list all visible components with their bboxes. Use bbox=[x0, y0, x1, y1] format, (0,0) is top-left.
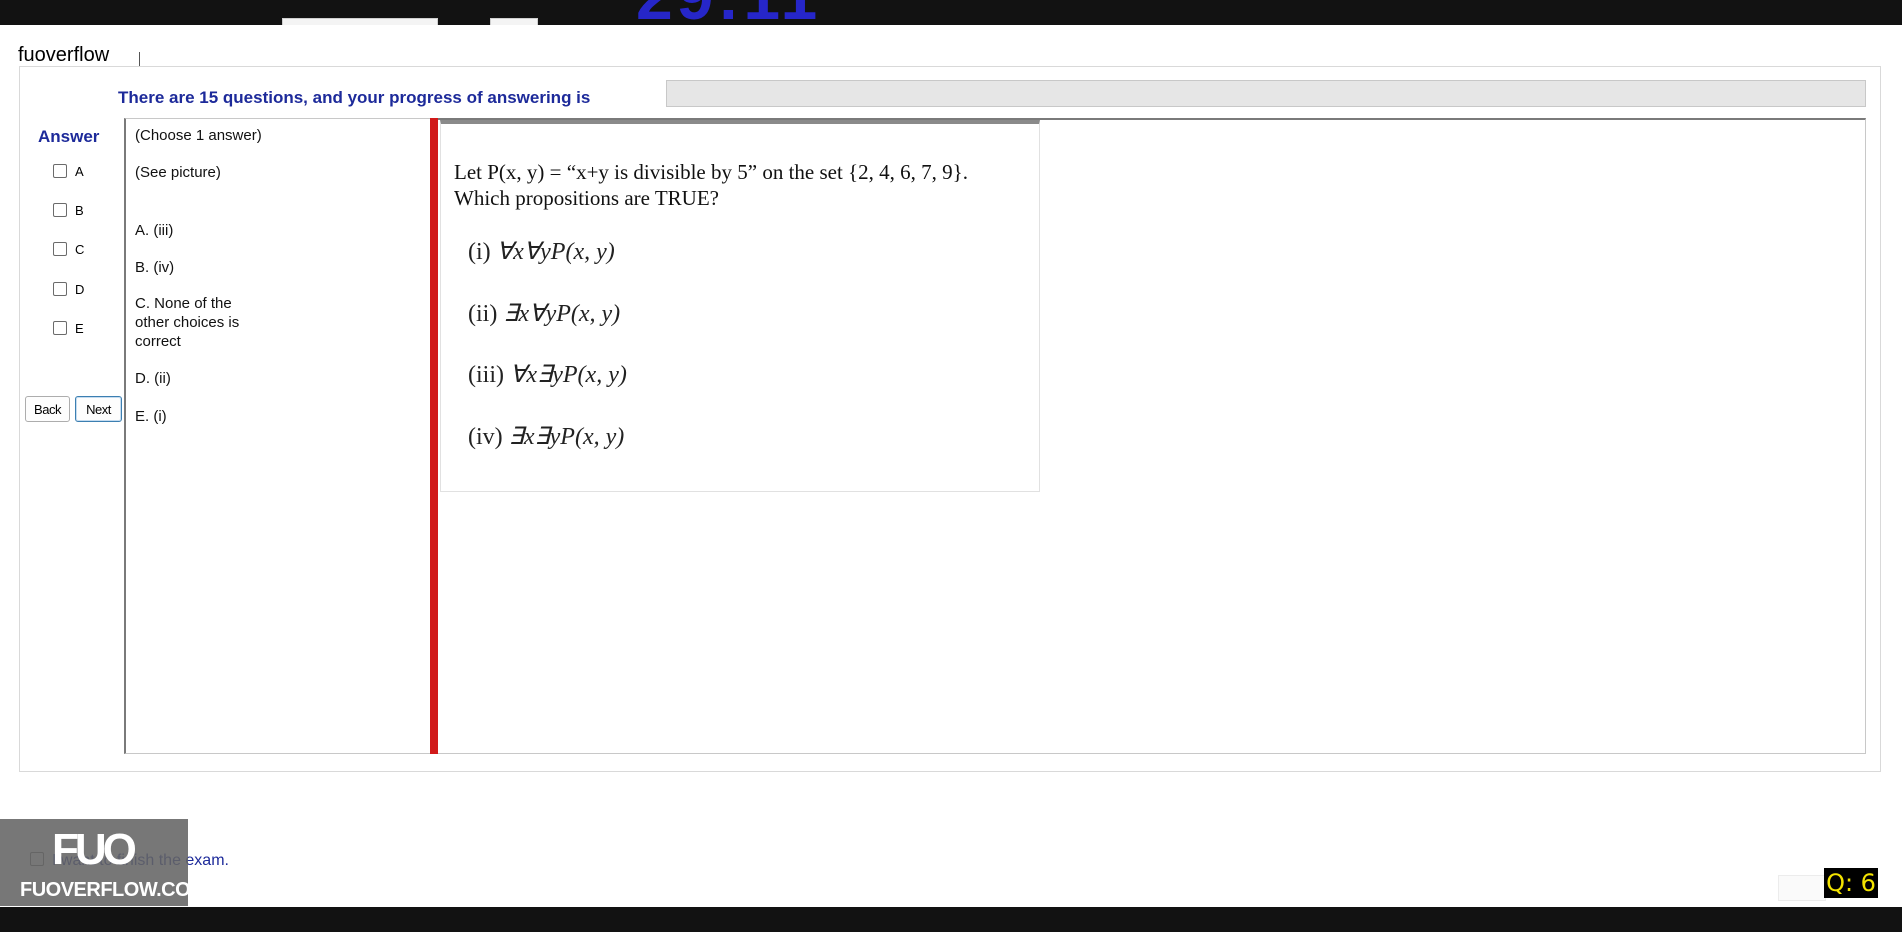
option-label: A bbox=[75, 163, 84, 179]
answer-title: Answer bbox=[38, 127, 100, 146]
proposition-label: (iii) bbox=[468, 362, 504, 388]
choice-d: D. (ii) bbox=[135, 370, 171, 387]
answer-option-c[interactable]: C bbox=[53, 240, 84, 258]
logo-text: FUOVERFLOW.COM bbox=[20, 879, 207, 901]
proposition-formula: ∃x∀yP(x, y) bbox=[503, 301, 621, 327]
proposition-formula: ∃x∃yP(x, y) bbox=[508, 424, 625, 450]
checkbox-c[interactable] bbox=[53, 242, 67, 256]
progress-bar bbox=[666, 80, 1866, 107]
progress-text: There are 15 questions, and your progres… bbox=[118, 88, 591, 107]
question-line-2: Which propositions are TRUE? bbox=[454, 186, 719, 210]
choice-c-line1: C. None of the bbox=[135, 295, 232, 312]
exam-timer: 29:11 bbox=[636, 0, 821, 25]
choice-b: B. (iv) bbox=[135, 259, 175, 276]
question-number-badge: Q: 6 bbox=[1824, 868, 1878, 898]
proposition-iv: (iv) ∃x∃yP(x, y) bbox=[468, 422, 624, 451]
proposition-iii: (iii) ∀x∃yP(x, y) bbox=[468, 360, 627, 389]
checkbox-a[interactable] bbox=[53, 164, 67, 178]
top-bar: 29:11 bbox=[0, 0, 1902, 25]
answer-option-b[interactable]: B bbox=[53, 201, 84, 219]
choice-e: E. (i) bbox=[135, 408, 167, 425]
bottom-field[interactable] bbox=[1778, 875, 1826, 901]
choice-c-line3: correct bbox=[135, 333, 181, 350]
proposition-i: (i) ∀x∀yP(x, y) bbox=[468, 237, 615, 266]
choice-c-line2: other choices is bbox=[135, 314, 240, 331]
option-label: B bbox=[75, 202, 84, 218]
option-label: C bbox=[75, 241, 85, 257]
proposition-label: (i) bbox=[468, 239, 491, 265]
choose-instruction: (Choose 1 answer) bbox=[135, 127, 262, 144]
option-label: E bbox=[75, 320, 84, 336]
back-button[interactable]: Back bbox=[25, 396, 70, 422]
top-small-field[interactable] bbox=[490, 18, 538, 25]
proposition-label: (iv) bbox=[468, 424, 503, 450]
brand-name: fuoverflow bbox=[18, 44, 110, 66]
question-image: Let P(x, y) = “x+y is divisible by 5” on… bbox=[440, 120, 1040, 492]
choice-a: A. (iii) bbox=[135, 222, 174, 239]
choices-panel: (Choose 1 answer) (See picture) A. (iii)… bbox=[124, 118, 436, 754]
answer-option-a[interactable]: A bbox=[53, 162, 84, 180]
proposition-formula: ∀x∀yP(x, y) bbox=[496, 239, 615, 265]
next-button[interactable]: Next bbox=[75, 396, 122, 422]
proposition-formula: ∀x∃yP(x, y) bbox=[510, 362, 627, 388]
proposition-ii: (ii) ∃x∀yP(x, y) bbox=[468, 299, 620, 328]
see-picture-text: (See picture) bbox=[135, 164, 221, 181]
panel-splitter[interactable] bbox=[430, 118, 438, 754]
logo-mark: FUO bbox=[52, 825, 137, 874]
question-line-1: Let P(x, y) = “x+y is divisible by 5” on… bbox=[454, 160, 968, 184]
answer-option-d[interactable]: D bbox=[53, 280, 84, 298]
proposition-label: (ii) bbox=[468, 301, 498, 327]
option-label: D bbox=[75, 281, 85, 297]
watermark-logo: FUO FUOVERFLOW.COM bbox=[0, 819, 207, 906]
checkbox-b[interactable] bbox=[53, 203, 67, 217]
checkbox-e[interactable] bbox=[53, 321, 67, 335]
top-field[interactable] bbox=[282, 18, 438, 25]
checkbox-d[interactable] bbox=[53, 282, 67, 296]
bottom-bar bbox=[0, 907, 1902, 932]
answer-option-e[interactable]: E bbox=[53, 319, 84, 337]
